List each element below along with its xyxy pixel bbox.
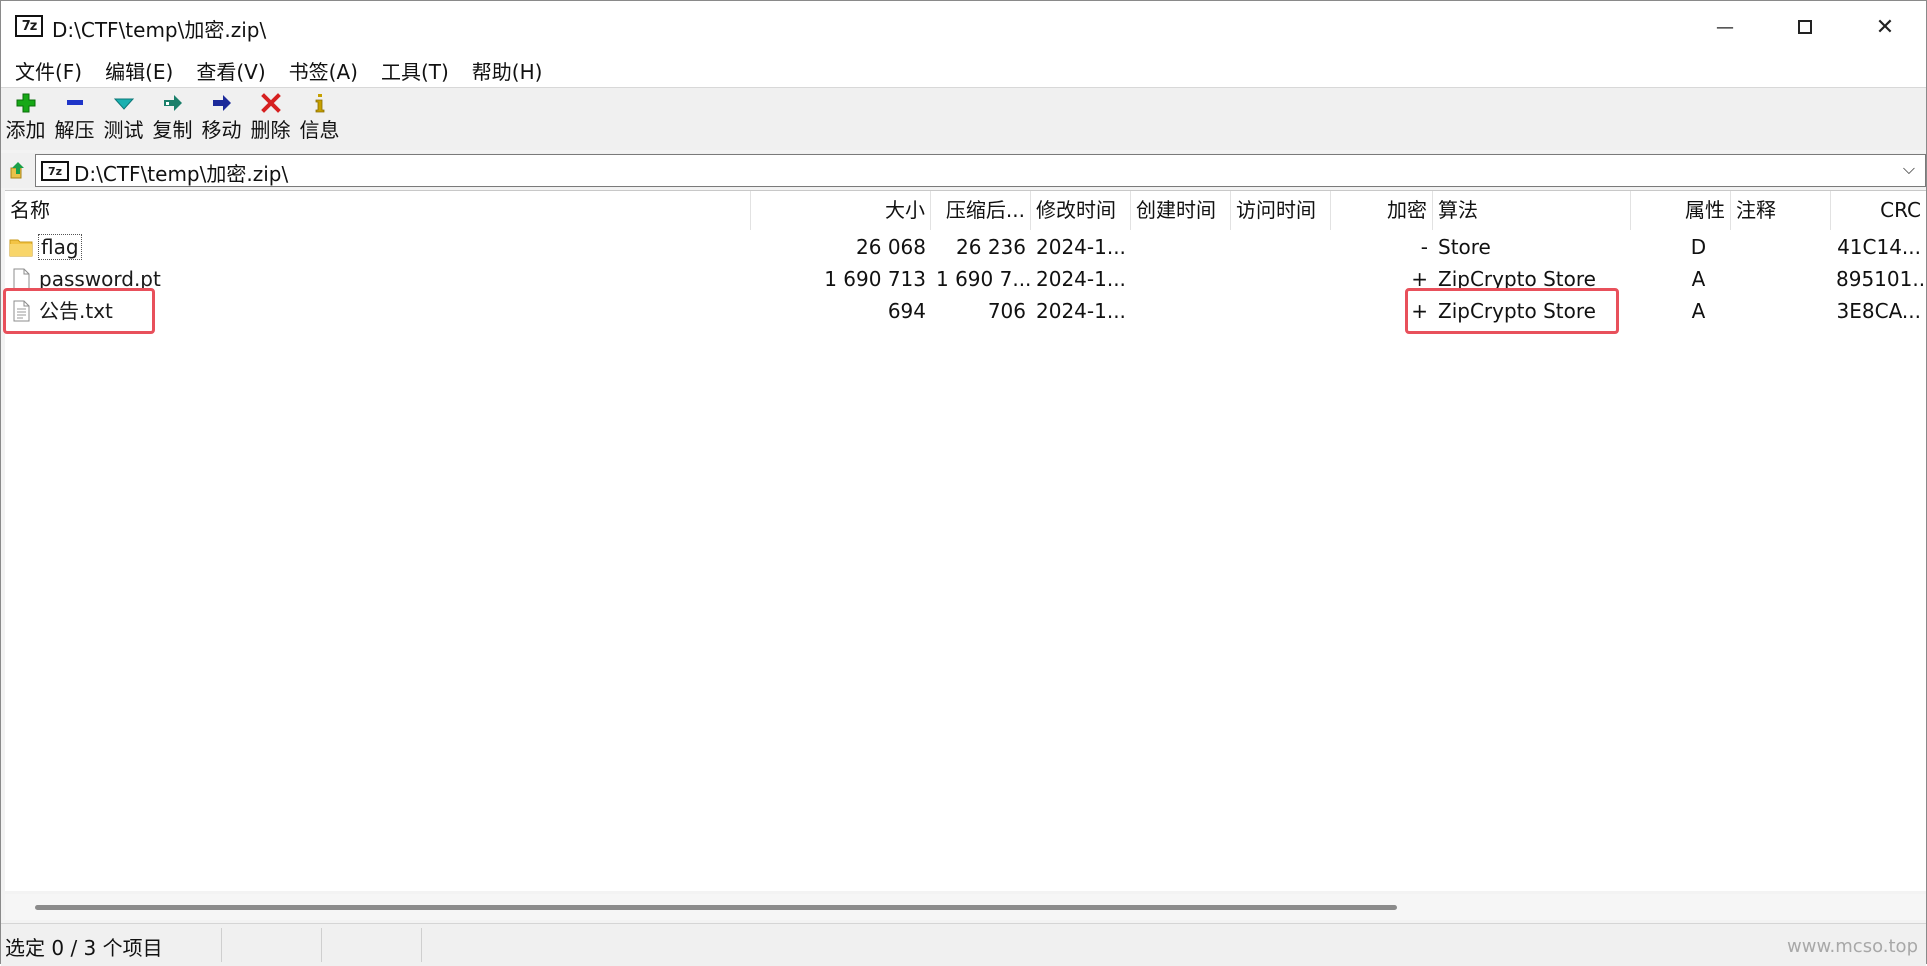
- status-divider: [421, 928, 422, 962]
- annotation-highlight-method: [1405, 288, 1619, 334]
- selection-status: 选定 0 / 3 个项目: [5, 936, 163, 960]
- file-encrypted: -: [1420, 235, 1428, 259]
- delete-x-icon: [260, 88, 282, 118]
- column-header-size[interactable]: 大小: [751, 191, 931, 230]
- toolbar: 添加 解压 测试 复制 移动 删除 信息: [1, 88, 1926, 150]
- copy-arrow-icon: [162, 88, 184, 118]
- test-button[interactable]: 测试: [99, 88, 148, 150]
- menu-view[interactable]: 查看(V): [182, 56, 274, 85]
- folder-icon: [9, 235, 33, 259]
- archive-icon: 7z: [41, 161, 69, 181]
- delete-label: 删除: [250, 118, 291, 142]
- chevron-down-icon[interactable]: ⌵: [1903, 159, 1915, 179]
- status-divider: [221, 928, 222, 962]
- up-folder-button[interactable]: [7, 159, 29, 181]
- file-packed-size: 706: [987, 299, 1026, 323]
- column-header-name[interactable]: 名称: [5, 191, 751, 230]
- file-method: Store: [1438, 235, 1491, 259]
- file-size: 694: [887, 299, 926, 323]
- file-crc: 895101...: [1836, 267, 1926, 291]
- menu-tools[interactable]: 工具(T): [367, 56, 458, 85]
- up-folder-icon: [10, 162, 24, 179]
- file-name: flag: [38, 234, 82, 260]
- column-header-created[interactable]: 创建时间: [1131, 191, 1231, 230]
- table-row[interactable]: 公告.txt 694 706 2024-1... + ZipCrypto Sto…: [5, 295, 1926, 327]
- file-crc: 41C14...: [1837, 235, 1921, 259]
- file-crc: 3E8CA...: [1836, 299, 1921, 323]
- maximize-button[interactable]: [1765, 1, 1845, 53]
- minimize-icon: —: [1716, 16, 1734, 38]
- window-title: D:\CTF\temp\加密.zip\: [52, 18, 267, 42]
- info-button[interactable]: 信息: [295, 88, 344, 150]
- menu-edit[interactable]: 编辑(E): [91, 56, 182, 85]
- test-label: 测试: [103, 118, 144, 142]
- close-icon: ✕: [1875, 14, 1895, 40]
- address-row: 7z D:\CTF\temp\加密.zip\ ⌵: [1, 153, 1926, 188]
- info-label: 信息: [299, 118, 340, 142]
- column-header-accessed[interactable]: 访问时间: [1231, 191, 1331, 230]
- file-attributes: A: [1691, 267, 1706, 291]
- copy-label: 复制: [152, 118, 193, 142]
- file-attributes: A: [1691, 299, 1706, 323]
- app-window: 7z D:\CTF\temp\加密.zip\ — ✕ 文件(F) 编辑(E) 查…: [0, 0, 1927, 966]
- file-size: 1 690 713: [824, 267, 926, 291]
- horizontal-scrollbar[interactable]: [5, 894, 1926, 920]
- file-size: 26 068: [856, 235, 926, 259]
- column-header-encrypted[interactable]: 加密: [1331, 191, 1433, 230]
- status-divider: [321, 928, 322, 962]
- file-modified: 2024-1...: [1036, 235, 1126, 259]
- column-header-packed[interactable]: 压缩后...: [931, 191, 1031, 230]
- address-path: D:\CTF\temp\加密.zip\: [74, 162, 289, 186]
- file-packed-size: 26 236: [956, 235, 1026, 259]
- file-modified: 2024-1...: [1036, 299, 1126, 323]
- menu-help[interactable]: 帮助(H): [458, 56, 552, 85]
- minimize-button[interactable]: —: [1685, 1, 1765, 53]
- column-header-comment[interactable]: 注释: [1731, 191, 1831, 230]
- move-button[interactable]: 移动: [197, 88, 246, 150]
- 7zip-app-icon: 7z: [15, 15, 43, 37]
- app-icon-text: 7z: [21, 18, 38, 34]
- annotation-highlight-name: [3, 288, 155, 334]
- scrollbar-thumb[interactable]: [35, 905, 1397, 910]
- file-modified: 2024-1...: [1036, 267, 1126, 291]
- copy-button[interactable]: 复制: [148, 88, 197, 150]
- file-packed-size: 1 690 7...: [936, 267, 1031, 291]
- status-bar: 选定 0 / 3 个项目 www.mcso.top: [1, 923, 1926, 966]
- move-arrow-icon: [211, 88, 233, 118]
- add-label: 添加: [5, 118, 46, 142]
- title-bar: 7z D:\CTF\temp\加密.zip\ — ✕: [1, 1, 1926, 53]
- column-header-method[interactable]: 算法: [1433, 191, 1631, 230]
- file-list: 名称 大小 压缩后... 修改时间 创建时间 访问时间 加密 算法 属性 注释 …: [3, 190, 1926, 891]
- move-label: 移动: [201, 118, 242, 142]
- delete-button[interactable]: 删除: [246, 88, 295, 150]
- column-header-modified[interactable]: 修改时间: [1031, 191, 1131, 230]
- extract-button[interactable]: 解压: [50, 88, 99, 150]
- check-icon: [113, 88, 135, 118]
- table-row[interactable]: flag 26 068 26 236 2024-1... - Store D 4…: [5, 231, 1926, 263]
- table-row[interactable]: password.pt 1 690 713 1 690 7... 2024-1.…: [5, 263, 1926, 295]
- info-icon: [309, 88, 331, 118]
- add-button[interactable]: 添加: [1, 88, 50, 150]
- menu-file[interactable]: 文件(F): [1, 56, 91, 85]
- minus-icon: [64, 88, 86, 118]
- archive-icon-text: 7z: [47, 164, 63, 178]
- menu-bookmarks[interactable]: 书签(A): [275, 56, 367, 85]
- maximize-icon: [1798, 20, 1812, 34]
- close-button[interactable]: ✕: [1845, 1, 1925, 53]
- watermark-text: www.mcso.top: [1787, 936, 1918, 957]
- address-input[interactable]: 7z D:\CTF\temp\加密.zip\ ⌵: [35, 154, 1926, 187]
- plus-icon: [15, 88, 37, 118]
- column-header-attributes[interactable]: 属性: [1631, 191, 1731, 230]
- column-header-row: 名称 大小 压缩后... 修改时间 创建时间 访问时间 加密 算法 属性 注释 …: [5, 191, 1926, 230]
- column-header-crc[interactable]: CRC: [1831, 191, 1926, 230]
- menu-bar: 文件(F) 编辑(E) 查看(V) 书签(A) 工具(T) 帮助(H): [1, 53, 1926, 88]
- extract-label: 解压: [54, 118, 95, 142]
- file-attributes: D: [1690, 235, 1707, 259]
